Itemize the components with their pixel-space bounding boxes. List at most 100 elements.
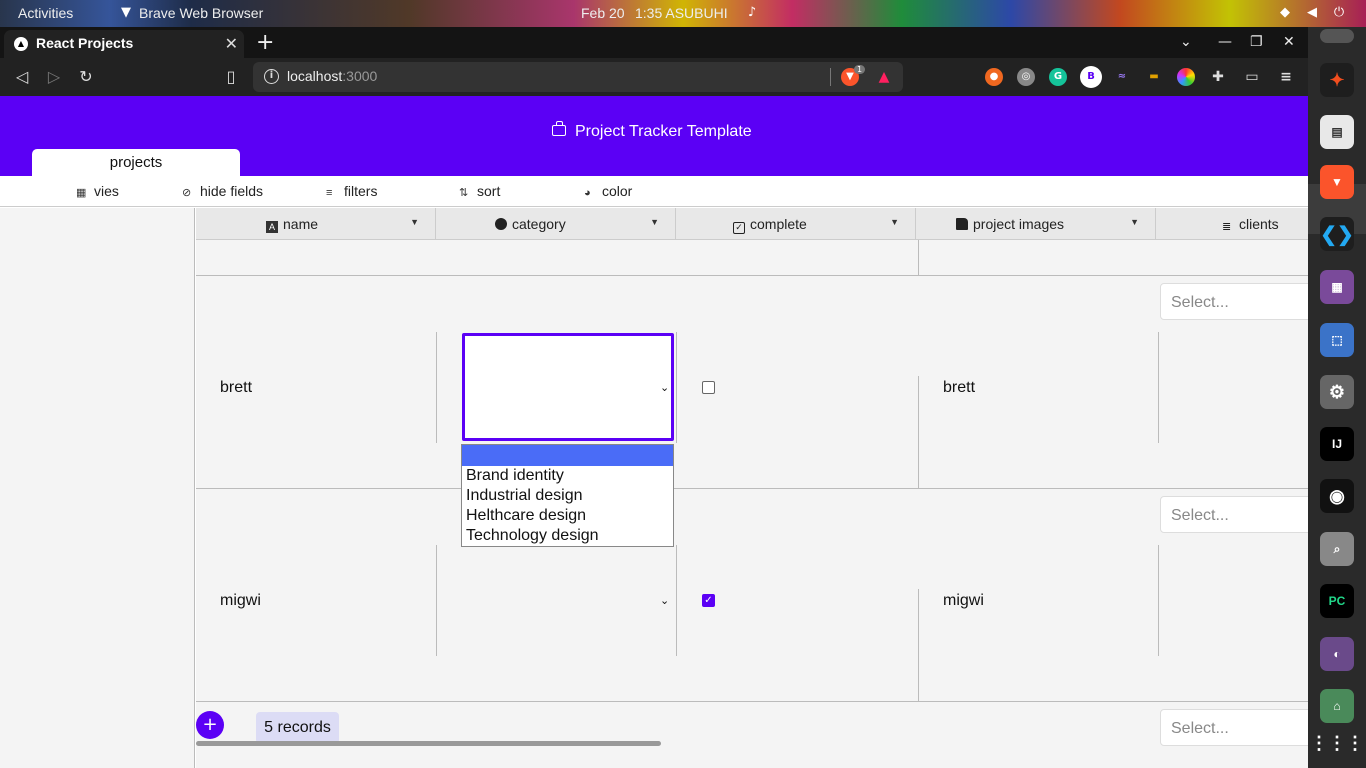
- figma-icon[interactable]: ✦: [1320, 63, 1354, 97]
- tab-list-chevron-icon[interactable]: ⌄: [1180, 34, 1192, 50]
- screenshot-tool-icon[interactable]: ⬚: [1320, 323, 1354, 357]
- pycharm-icon[interactable]: PC: [1320, 584, 1354, 618]
- maximize-window-button[interactable]: ❐: [1250, 34, 1263, 50]
- bookmark-icon[interactable]: ▯: [220, 66, 242, 88]
- row-separator: [196, 488, 1308, 489]
- dock-app-top-partial[interactable]: [1320, 29, 1354, 43]
- cell-divider: [918, 376, 919, 488]
- wifi-icon[interactable]: ◆: [1276, 4, 1294, 22]
- tab-close-icon[interactable]: ✕: [225, 34, 238, 53]
- views-button[interactable]: ▦ vies: [76, 183, 119, 199]
- cell-divider: [1158, 332, 1159, 443]
- video-editor-icon[interactable]: ▦: [1320, 270, 1354, 304]
- complete-checkbox[interactable]: [702, 381, 715, 394]
- vscode-icon[interactable]: ❮❯: [1320, 217, 1354, 251]
- activities-button[interactable]: Activities: [18, 5, 73, 21]
- address-bar[interactable]: i localhost:3000 ▼ 1 ▲: [253, 62, 903, 92]
- hide-fields-button[interactable]: ⊘ hide fields: [182, 183, 263, 199]
- reload-icon[interactable]: ↻: [75, 66, 97, 88]
- option-brand-identity[interactable]: Brand identity: [462, 466, 673, 486]
- column-header-name[interactable]: Aname ▼: [196, 208, 436, 240]
- option-healthcare-design[interactable]: Helthcare design: [462, 506, 673, 526]
- back-arrow-icon[interactable]: ◁: [11, 66, 33, 88]
- extension-spy-icon[interactable]: ◎: [1017, 68, 1035, 86]
- row-separator: [196, 275, 1308, 276]
- settings-gear-icon[interactable]: ⚙: [1320, 375, 1354, 409]
- name-cell[interactable]: brett: [220, 379, 252, 397]
- grammarly-icon[interactable]: G: [1049, 68, 1067, 86]
- option-technology-design[interactable]: Technology design: [462, 526, 673, 546]
- name-cell[interactable]: migwi: [220, 592, 261, 610]
- extension-wave-icon[interactable]: ≈: [1113, 68, 1131, 86]
- site-info-icon[interactable]: i: [264, 69, 279, 84]
- filter-icon: ≡: [326, 187, 333, 199]
- extension-hat-icon[interactable]: ▬: [1145, 68, 1163, 86]
- address-bar-divider: [830, 68, 831, 86]
- horizontal-scrollbar[interactable]: [196, 741, 661, 746]
- show-applications-icon[interactable]: ⋮⋮⋮: [1310, 726, 1364, 760]
- column-menu-caret-icon[interactable]: ▼: [1130, 217, 1139, 227]
- column-menu-caret-icon[interactable]: ▼: [650, 217, 659, 227]
- brave-shields-badge: 1: [854, 65, 866, 74]
- brave-rewards-icon[interactable]: ▲: [875, 68, 893, 86]
- clients-select[interactable]: Select...: [1160, 496, 1308, 533]
- volume-icon[interactable]: ◀: [1303, 4, 1321, 22]
- cell-divider: [918, 589, 919, 701]
- cell-divider: [436, 545, 437, 656]
- browser-tab-strip: ▲ React Projects ✕ + ⌄ — ❐ ✕: [0, 27, 1308, 58]
- close-window-button[interactable]: ✕: [1283, 34, 1295, 50]
- column-header-clients-label: clients: [1239, 216, 1279, 232]
- wallet-icon[interactable]: ▭: [1243, 68, 1261, 86]
- browser-tab-react-projects[interactable]: ▲ React Projects ✕: [4, 30, 244, 58]
- add-record-button[interactable]: +: [196, 711, 224, 739]
- cell-divider: [676, 545, 677, 656]
- app-header: Project Tracker Template projects: [0, 96, 1308, 176]
- sort-button[interactable]: ⇅ sort: [459, 183, 500, 199]
- cell-divider: [676, 332, 677, 443]
- extensions-puzzle-icon[interactable]: ✚: [1209, 68, 1227, 86]
- column-header-project-images[interactable]: project images ▼: [916, 208, 1156, 240]
- grid-table-icon: ▦: [76, 187, 87, 199]
- focused-app-name[interactable]: Brave Web Browser: [139, 5, 263, 21]
- category-select[interactable]: [462, 333, 674, 441]
- url-host: localhost: [287, 68, 343, 84]
- column-header-clients[interactable]: ≣ clients: [1156, 208, 1308, 240]
- option-blank-highlighted[interactable]: [462, 445, 673, 466]
- category-select-chevron-icon[interactable]: ⌄: [660, 594, 669, 607]
- color-button[interactable]: ◕ color: [584, 183, 632, 199]
- project-images-cell[interactable]: brett: [943, 379, 975, 397]
- clients-select[interactable]: Select...: [1160, 709, 1308, 746]
- intellij-icon[interactable]: IJ: [1320, 427, 1354, 461]
- column-header-category[interactable]: category ▼: [436, 208, 676, 240]
- text-field-icon: A: [266, 221, 278, 233]
- column-header-complete[interactable]: ✓ complete ▼: [676, 208, 916, 240]
- forward-arrow-icon[interactable]: ▷: [43, 66, 65, 88]
- obs-studio-icon[interactable]: ◉: [1320, 479, 1354, 513]
- option-industrial-design[interactable]: Industrial design: [462, 486, 673, 506]
- extension-cookie-icon[interactable]: ●: [985, 68, 1003, 86]
- clock-date[interactable]: Feb 20: [581, 5, 625, 21]
- column-menu-caret-icon[interactable]: ▼: [410, 217, 419, 227]
- app-title: Project Tracker Template: [575, 123, 752, 140]
- extension-color-picker-icon[interactable]: [1177, 68, 1195, 86]
- minimize-window-button[interactable]: —: [1218, 34, 1232, 50]
- clock-time[interactable]: 1:35 ASUBUHI: [635, 5, 728, 21]
- ubuntu-dock: ✦ ▤ ▼ ❮❯ ▦ ⬚ ⚙ IJ ◉ ⌕ PC ◐ ⌂ ⋮⋮⋮: [1308, 27, 1366, 768]
- filters-button[interactable]: ≡ filters: [326, 183, 377, 199]
- complete-checkbox[interactable]: ✓: [702, 594, 715, 607]
- new-tab-button[interactable]: +: [256, 30, 274, 55]
- software-center-icon[interactable]: ⌂: [1320, 689, 1354, 723]
- power-icon[interactable]: ⏻: [1330, 4, 1348, 22]
- sort-arrows-icon: ⇅: [459, 187, 469, 199]
- document-viewer-icon[interactable]: ▤: [1320, 115, 1354, 149]
- brave-browser-icon[interactable]: ▼: [1320, 165, 1354, 199]
- chevron-down-icon[interactable]: ⌄: [660, 381, 669, 394]
- toggle-tweaks-icon[interactable]: ◐: [1320, 637, 1354, 671]
- table-tab-projects[interactable]: projects: [32, 149, 240, 176]
- clients-select[interactable]: Select...: [1160, 283, 1308, 320]
- column-menu-caret-icon[interactable]: ▼: [890, 217, 899, 227]
- project-images-cell[interactable]: migwi: [943, 592, 984, 610]
- search-magnifier-icon[interactable]: ⌕: [1320, 532, 1354, 566]
- profile-avatar[interactable]: B: [1080, 66, 1102, 88]
- browser-menu-icon[interactable]: ≡: [1277, 68, 1295, 86]
